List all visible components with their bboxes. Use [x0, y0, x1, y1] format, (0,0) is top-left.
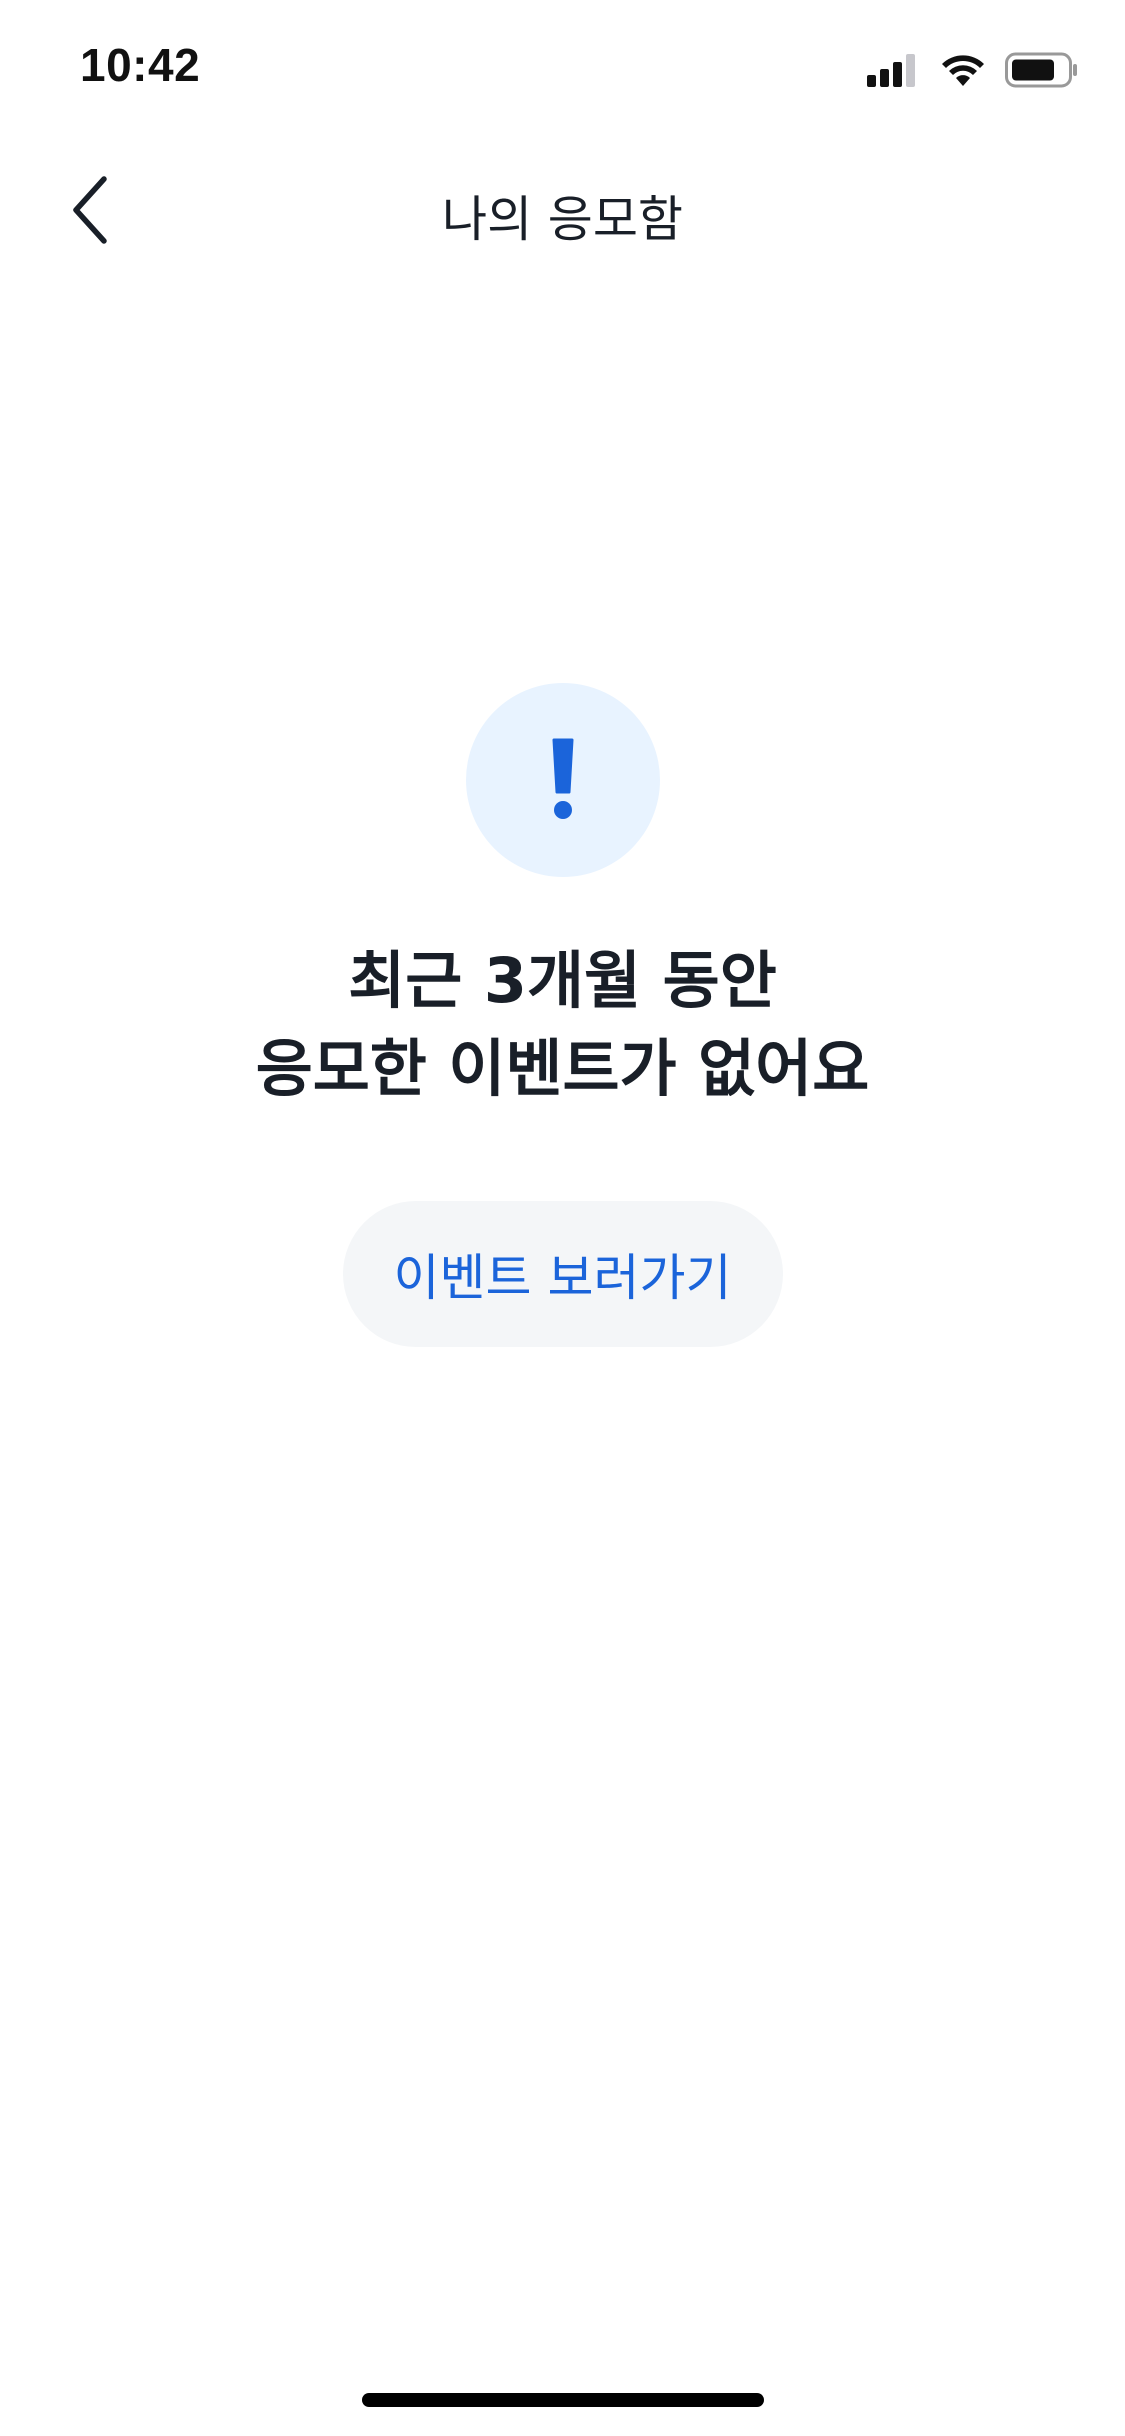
page-title: 나의 응모함	[442, 191, 683, 248]
top-nav-bar: 나의 응모함	[0, 150, 1125, 270]
empty-message-line1: 최근 3개월 동안	[348, 944, 777, 1017]
view-events-button[interactable]: 이벤트 보러가기	[342, 1201, 783, 1347]
exclamation-icon	[548, 736, 578, 824]
home-indicator[interactable]	[362, 2393, 764, 2407]
status-icons	[867, 50, 1079, 90]
cellular-signal-icon	[867, 53, 921, 87]
empty-message-line2: 응모한 이벤트가 없어요	[255, 1032, 870, 1105]
battery-icon	[1005, 52, 1079, 88]
status-time: 10:42	[80, 39, 201, 91]
alert-badge	[465, 683, 660, 877]
empty-state: 최근 3개월 동안 응모한 이벤트가 없어요 이벤트 보러가기	[0, 683, 1125, 1347]
wifi-icon	[939, 52, 987, 88]
app-screen: 10:42 나의 응모함 최근 3개월 동안 응모한 이벤트가 없어요 이벤트 …	[0, 0, 1125, 2436]
empty-message: 최근 3개월 동안 응모한 이벤트가 없어요	[256, 937, 870, 1113]
status-bar: 10:42	[0, 0, 1125, 140]
